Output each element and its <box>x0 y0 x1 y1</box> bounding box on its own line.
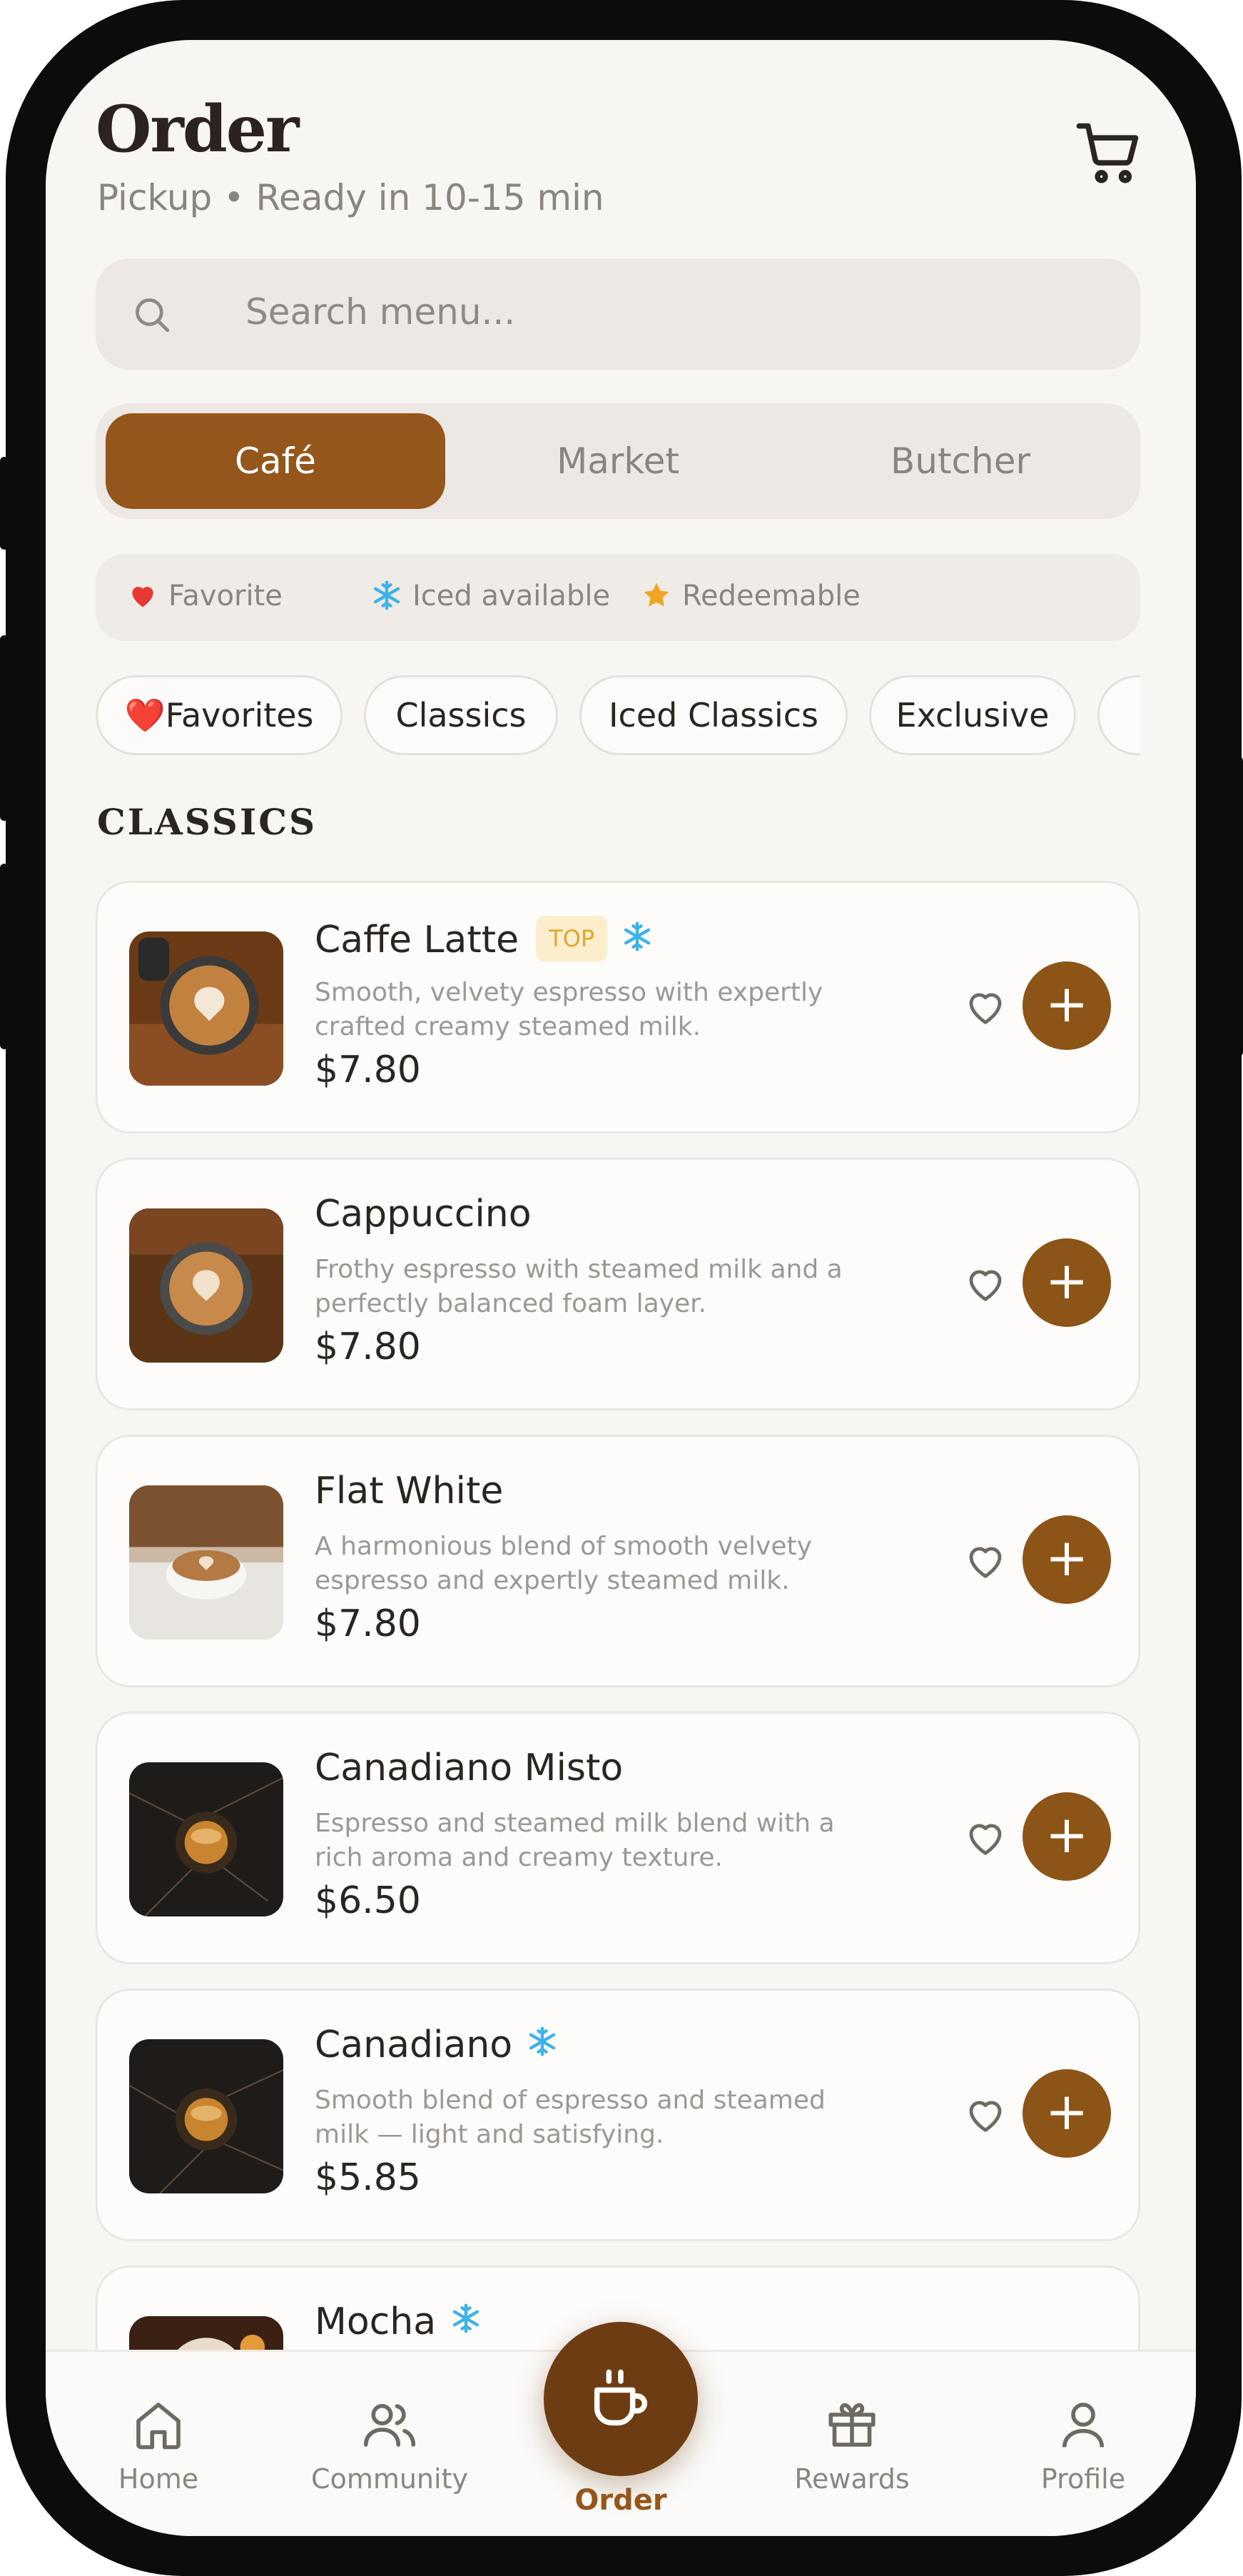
page-title: Order <box>96 91 299 167</box>
add-to-cart-button[interactable]: + <box>1023 1515 1111 1604</box>
section-title: CLASSICS <box>97 801 318 843</box>
heart-icon <box>132 587 153 607</box>
nav-label: Rewards <box>794 2463 910 2495</box>
item-name-row: Cappuccino <box>315 1193 532 1236</box>
segment-cafe[interactable]: Café <box>106 413 445 509</box>
add-to-cart-button[interactable]: + <box>1023 961 1111 1050</box>
nav-order-label: Order <box>574 2484 667 2517</box>
menu-item-card[interactable]: Canadiano Misto Espresso and steamed mil… <box>96 1712 1140 1964</box>
chip-exclusive[interactable]: Exclusive <box>869 675 1076 755</box>
item-name-row: Flat White <box>315 1470 504 1512</box>
pickup-subtitle: Pickup • Ready in 10-15 min <box>97 177 604 218</box>
item-description: Espresso and steamed milk blend with a r… <box>315 1809 835 1872</box>
item-price: $6.50 <box>315 1879 421 1922</box>
snowflake-icon <box>529 2026 556 2056</box>
segment-market[interactable]: Market <box>448 413 788 509</box>
heart-outline-icon[interactable] <box>963 1538 1008 1584</box>
menu-item-card[interactable]: Cappuccino Frothy espresso with steamed … <box>96 1158 1140 1410</box>
heart-outline-icon[interactable] <box>963 984 1008 1030</box>
item-description: A harmonious blend of smooth velvety esp… <box>315 1532 812 1595</box>
gift-icon <box>828 2403 876 2447</box>
profile-icon <box>1062 2403 1105 2448</box>
star-icon <box>644 582 669 607</box>
add-to-cart-button[interactable]: + <box>1023 1792 1111 1881</box>
item-name-row: Caffe Latte TOP <box>315 916 653 961</box>
heart-outline-icon[interactable] <box>963 1261 1008 1307</box>
heart-emoji: ❤️ <box>124 696 166 734</box>
nav-profile[interactable]: Profile <box>1005 2395 1162 2495</box>
item-price: $7.80 <box>315 1049 421 1091</box>
nav-label: Home <box>118 2463 199 2495</box>
community-icon <box>363 2403 416 2447</box>
chip-iced-classics[interactable]: Iced Classics <box>579 675 848 755</box>
add-to-cart-button[interactable]: + <box>1023 1238 1111 1327</box>
legend-favorite: Favorite <box>127 580 283 612</box>
item-photo <box>129 2039 283 2193</box>
search-icon <box>136 298 170 333</box>
item-photo <box>129 1485 283 1640</box>
item-description: Frothy espresso with steamed milk and a … <box>315 1255 843 1318</box>
heart-outline-icon[interactable] <box>963 1815 1008 1861</box>
chip-classics[interactable]: Classics <box>364 675 558 755</box>
store-segmented-control: Café Market Butcher <box>96 403 1140 519</box>
item-photo <box>129 931 283 1086</box>
legend-bar: Favorite Iced available Redeemable <box>96 554 1140 641</box>
chip-favorites[interactable]: ❤️Favorites <box>96 675 343 755</box>
item-name-row: Canadiano Misto <box>315 1747 624 1789</box>
item-photo <box>129 1208 283 1363</box>
menu-item-card[interactable]: Canadiano Smooth blend of espresso and s… <box>96 1989 1140 2241</box>
device: Order Pickup • Ready in 10-15 min Search… <box>0 0 1243 2576</box>
nav-label: Community <box>311 2463 468 2495</box>
segment-butcher[interactable]: Butcher <box>791 413 1130 509</box>
item-price: $5.85 <box>315 2156 421 2199</box>
item-description: Smooth blend of espresso and steamed mil… <box>315 2086 826 2149</box>
menu-item-card[interactable]: Caffe Latte TOP Smooth, velvety espresso … <box>96 881 1140 1133</box>
heart-outline-icon[interactable] <box>963 2092 1008 2138</box>
search-input[interactable]: Search menu... <box>96 258 1140 370</box>
category-chips: ❤️Favorites Classics Iced Classics Exclu… <box>96 675 1140 758</box>
bottom-nav: Home Community Order Rewards Profile <box>46 2322 1196 2536</box>
nav-home[interactable]: Home <box>80 2395 237 2495</box>
legend-iced: Iced available <box>371 580 610 612</box>
search-placeholder: Search menu... <box>245 291 516 333</box>
nav-community[interactable]: Community <box>311 2395 468 2495</box>
item-description: Smooth, velvety espresso with expertly c… <box>315 978 823 1041</box>
cart-icon[interactable] <box>1073 117 1145 188</box>
top-badge: TOP <box>536 916 608 961</box>
nav-order[interactable] <box>544 2322 698 2476</box>
item-photo <box>129 1762 283 1916</box>
item-name-row: Mocha <box>315 2300 482 2343</box>
snowflake-icon <box>373 580 400 610</box>
home-icon <box>136 2403 181 2450</box>
app-screen: Order Pickup • Ready in 10-15 min Search… <box>46 40 1196 2536</box>
chip-more[interactable] <box>1097 675 1140 755</box>
nav-rewards[interactable]: Rewards <box>773 2395 930 2495</box>
menu-item-card[interactable]: Flat White A harmonious blend of smooth … <box>96 1435 1140 1687</box>
add-to-cart-button[interactable]: + <box>1023 2069 1111 2158</box>
item-name-row: Canadiano <box>315 2024 558 2066</box>
legend-redeemable: Redeemable <box>641 580 861 612</box>
nav-label: Profile <box>1040 2463 1126 2495</box>
item-price: $7.80 <box>315 1325 421 1368</box>
coffee-cup-icon <box>594 2369 648 2426</box>
snowflake-icon <box>624 921 651 951</box>
snowflake-icon <box>452 2303 480 2333</box>
item-price: $7.80 <box>315 1602 421 1645</box>
